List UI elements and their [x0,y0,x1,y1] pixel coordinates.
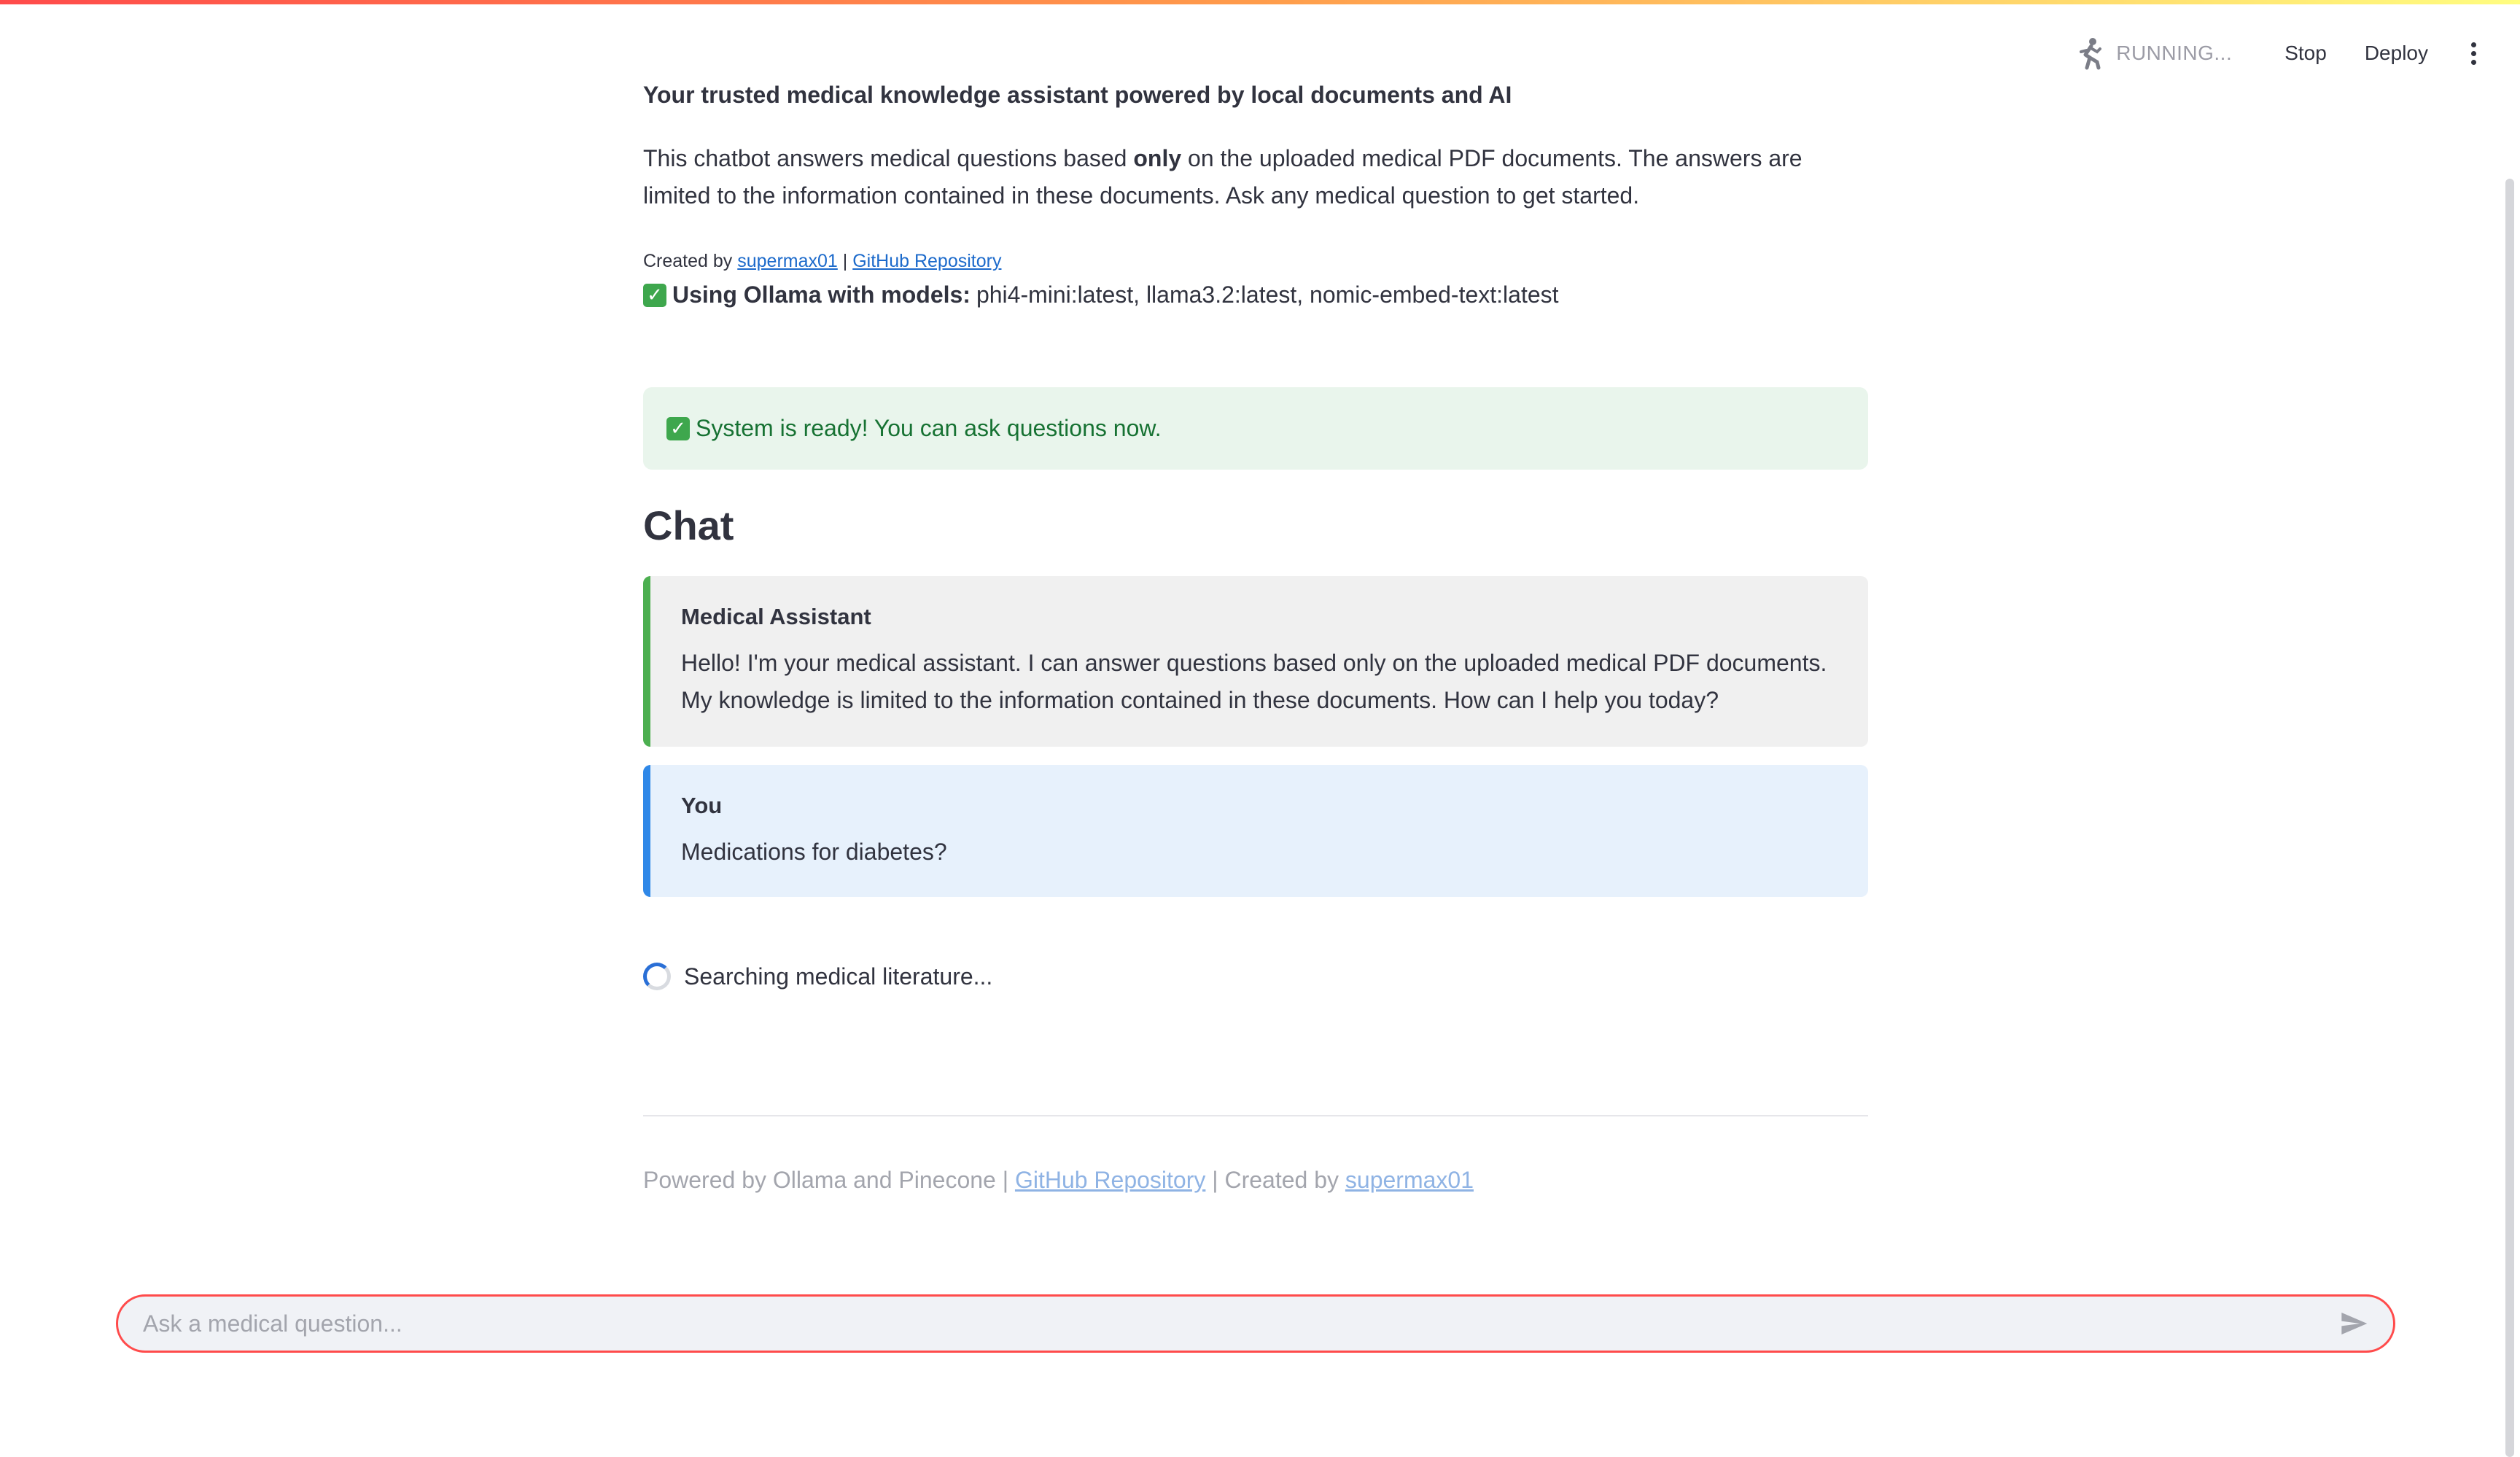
chat-input-bar [116,1294,2395,1353]
user-message: You Medications for diabetes? [643,765,1868,897]
stop-button[interactable]: Stop [2270,34,2341,72]
footer-prefix: Powered by Ollama and Pinecone | [643,1167,1015,1193]
chat-heading: Chat [643,502,734,548]
message-author: Medical Assistant [681,604,871,629]
success-alert-text: System is ready! You can ask questions n… [696,415,1162,441]
footer-author-link[interactable]: supermax01 [1345,1167,1474,1193]
page-tagline: Your trusted medical knowledge assistant… [643,82,1512,108]
success-alert: ✓ System is ready! You can ask questions… [643,387,1868,470]
credits-separator: | [837,251,853,271]
kebab-menu-icon[interactable] [2459,34,2488,72]
footer-middle: | Created by [1205,1167,1345,1193]
send-icon [2341,1313,2368,1334]
check-icon: ✓ [643,283,666,307]
loading-text: Searching medical literature... [684,963,993,990]
page-scrollbar[interactable] [2505,179,2514,1457]
intro-paragraph: This chatbot answers medical questions b… [643,140,1868,214]
credits-line: Created by supermax01 | GitHub Repositor… [643,251,1001,272]
models-info: ✓ Using Ollama with models: phi4-mini:la… [643,281,1559,308]
deploy-button[interactable]: Deploy [2350,34,2443,72]
message-text: Hello! I'm your medical assistant. I can… [681,650,1827,713]
spinner-icon [643,963,671,990]
footer-github-link[interactable]: GitHub Repository [1015,1167,1205,1193]
assistant-message: Medical Assistant Hello! I'm your medica… [643,576,1868,747]
running-status: RUNNING... [2072,36,2232,71]
github-repo-link[interactable]: GitHub Repository [852,251,1001,271]
send-button[interactable] [2336,1306,2371,1341]
intro-text-bold: only [1133,145,1182,171]
intro-text-part1: This chatbot answers medical questions b… [643,145,1134,171]
author-link[interactable]: supermax01 [737,251,838,271]
app-toolbar: RUNNING... Stop Deploy [2072,29,2488,77]
running-man-icon [2080,38,2102,70]
footer: Powered by Ollama and Pinecone | GitHub … [643,1167,1474,1194]
running-status-label: RUNNING... [2116,42,2233,64]
credits-prefix: Created by [643,251,738,271]
check-icon: ✓ [666,416,690,440]
chat-input[interactable] [141,1309,2336,1338]
footer-divider [643,1115,1868,1116]
models-label: Using Ollama with models: [672,281,971,308]
models-value: phi4-mini:latest, llama3.2:latest, nomic… [976,281,1559,308]
loading-indicator: Searching medical literature... [643,963,992,990]
message-text: Medications for diabetes? [681,839,947,865]
message-author: You [681,793,723,818]
top-decoration-bar [0,0,2520,4]
